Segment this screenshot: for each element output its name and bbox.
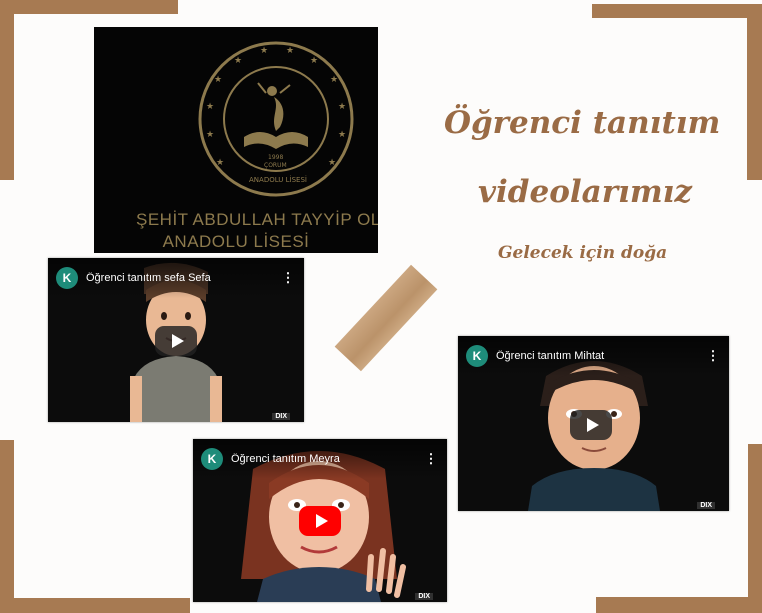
video-card-sefa[interactable]: K Öğrenci tanıtım sefa Sefa ⋮ DIX	[48, 258, 304, 422]
frame-stroke-left-top	[0, 0, 14, 180]
frame-stroke-right-bottom	[748, 444, 762, 613]
video-header: K Öğrenci tanıtım Meyra ⋮	[193, 439, 447, 479]
kebab-menu-icon[interactable]: ⋮	[703, 348, 723, 364]
svg-text:★: ★	[206, 130, 214, 140]
video-card-meyra[interactable]: K Öğrenci tanıtım Meyra ⋮ DIX	[193, 439, 447, 602]
svg-text:★: ★	[310, 56, 318, 66]
heading-line1: Öğrenci tanıtım	[444, 105, 721, 141]
svg-text:★: ★	[330, 75, 338, 85]
kebab-menu-icon[interactable]: ⋮	[421, 451, 441, 467]
seal-year-text: 1998	[268, 154, 283, 161]
frame-stroke-left-bottom	[0, 440, 14, 613]
watermark-text: DIX	[272, 413, 290, 420]
watermark-text: DIX	[697, 502, 715, 509]
svg-text:★: ★	[286, 46, 294, 56]
frame-stroke-right-top	[747, 4, 762, 180]
heading-line2: videolarımız	[478, 174, 693, 210]
channel-avatar[interactable]: K	[201, 448, 223, 470]
frame-stroke-bottom-right	[596, 597, 762, 613]
play-icon[interactable]	[570, 410, 612, 440]
frame-stroke-top-left	[0, 0, 178, 14]
watermark-text: DIX	[415, 593, 433, 600]
collage-page: ★ ★ ★ ★ ★ ★ ★ ★ ★ ★ ★ ★ 1998 ÇORUM ANADO…	[0, 0, 762, 613]
svg-text:★: ★	[234, 56, 242, 66]
video-header: K Öğrenci tanıtım Mihtat ⋮	[458, 336, 729, 376]
frame-stroke-top-right	[592, 4, 762, 18]
frame-stroke-bottom-left	[0, 598, 190, 613]
video-card-mihtat[interactable]: K Öğrenci tanıtım Mihtat ⋮ DIX	[458, 336, 729, 511]
svg-text:★: ★	[260, 46, 268, 56]
svg-text:★: ★	[206, 102, 214, 112]
channel-avatar[interactable]: K	[466, 345, 488, 367]
play-icon[interactable]	[155, 326, 197, 356]
heading-subtitle: Gelecek için doğa	[498, 243, 668, 263]
seal-city-text: ÇORUM	[264, 162, 287, 169]
youtube-play-icon[interactable]	[299, 506, 341, 536]
svg-text:★: ★	[214, 75, 222, 85]
school-name-line2: ANADOLU LİSESİ	[162, 232, 310, 251]
school-logo-panel: ★ ★ ★ ★ ★ ★ ★ ★ ★ ★ ★ ★ 1998 ÇORUM ANADO…	[94, 27, 378, 253]
kebab-menu-icon[interactable]: ⋮	[278, 270, 298, 286]
svg-text:★: ★	[328, 158, 336, 168]
seal-bottom-text: ANADOLU LİSESİ	[249, 175, 307, 184]
video-title[interactable]: Öğrenci tanıtım Meyra	[231, 453, 421, 465]
svg-text:★: ★	[338, 102, 346, 112]
video-header: K Öğrenci tanıtım sefa Sefa ⋮	[48, 258, 304, 298]
svg-text:★: ★	[216, 158, 224, 168]
video-title[interactable]: Öğrenci tanıtım sefa Sefa	[86, 272, 278, 284]
svg-text:★: ★	[338, 130, 346, 140]
video-title[interactable]: Öğrenci tanıtım Mihtat	[496, 350, 703, 362]
masking-tape	[334, 264, 438, 372]
channel-avatar[interactable]: K	[56, 267, 78, 289]
school-name-line1: ŞEHİT ABDULLAH TAYYİP OL	[136, 210, 378, 229]
